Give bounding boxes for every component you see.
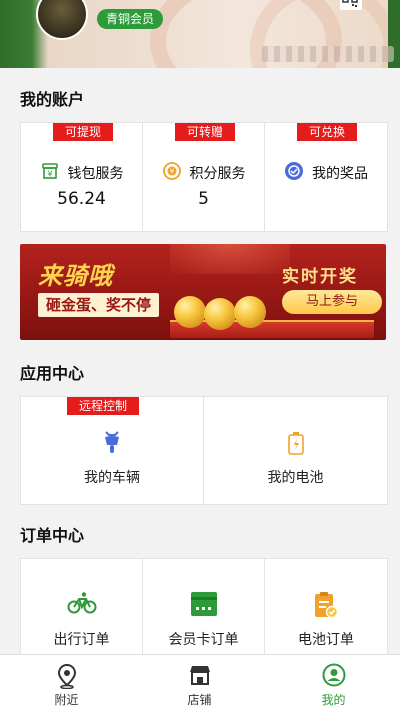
orders-card: 出行订单 会员卡订单 电池订单 bbox=[20, 558, 388, 655]
banner-decoration bbox=[170, 244, 290, 274]
battery-orders-item[interactable]: 电池订单 bbox=[265, 559, 387, 655]
membership-card-icon bbox=[143, 591, 264, 621]
nav-label-nearby: 附近 bbox=[54, 693, 79, 707]
brand-logo: 来骑哦 bbox=[38, 262, 113, 290]
my-battery-item[interactable]: 我的电池 bbox=[204, 397, 387, 504]
nav-tab-mine[interactable]: 我的 bbox=[267, 655, 400, 712]
banner-slogan: 砸金蛋、奖不停 bbox=[38, 293, 160, 317]
bicycle-icon bbox=[21, 591, 142, 619]
wallet-icon: ¥ bbox=[40, 161, 60, 185]
points-service-item[interactable]: 可转赠 ¥ 积分服务 5 bbox=[143, 123, 265, 231]
membership-card-orders-label: 会员卡订单 bbox=[168, 632, 239, 648]
location-pin-icon bbox=[56, 663, 78, 693]
golden-egg-icon bbox=[204, 298, 236, 330]
battery-orders-label: 电池订单 bbox=[298, 632, 354, 648]
member-level-badge[interactable]: 青铜会员 bbox=[97, 9, 164, 29]
my-prizes-label: 我的奖品 bbox=[312, 166, 368, 182]
prize-icon bbox=[284, 161, 304, 185]
status-badge: 可兑换 bbox=[297, 123, 358, 141]
account-section-title: 我的账户 bbox=[20, 90, 85, 109]
svg-text:¥: ¥ bbox=[169, 168, 174, 176]
my-battery-label: 我的电池 bbox=[267, 470, 324, 486]
status-badge: 可提现 bbox=[53, 123, 114, 141]
remote-control-badge: 远程控制 bbox=[67, 397, 140, 415]
status-badge: 可转赠 bbox=[175, 123, 236, 141]
nav-tab-store[interactable]: 店铺 bbox=[133, 655, 266, 712]
nav-tab-nearby[interactable]: 附近 bbox=[0, 655, 133, 712]
blurred-info bbox=[262, 46, 394, 62]
nav-label-mine: 我的 bbox=[321, 693, 346, 707]
trip-orders-item[interactable]: 出行订单 bbox=[21, 559, 143, 655]
golden-egg-icon bbox=[174, 296, 206, 328]
nav-label-store: 店铺 bbox=[187, 693, 212, 707]
apps-section-title: 应用中心 bbox=[20, 364, 85, 383]
qr-code-icon[interactable] bbox=[340, 0, 362, 10]
apps-card: 远程控制 我的车辆 我的电池 bbox=[20, 396, 388, 505]
store-icon bbox=[188, 663, 212, 691]
wallet-balance: 56.24 bbox=[57, 189, 106, 209]
my-vehicle-label: 我的车辆 bbox=[84, 470, 140, 486]
wallet-service-item[interactable]: 可提现 ¥ 钱包服务 56.24 bbox=[21, 123, 143, 231]
profile-header: 青铜会员 bbox=[0, 0, 400, 68]
promo-banner[interactable]: 来骑哦 砸金蛋、奖不停 实时开奖 马上参与 bbox=[20, 244, 386, 340]
trip-orders-label: 出行订单 bbox=[53, 632, 110, 648]
membership-card-orders-item[interactable]: 会员卡订单 bbox=[143, 559, 265, 655]
points-service-label: 积分服务 bbox=[189, 166, 246, 182]
join-now-button[interactable]: 马上参与 bbox=[282, 290, 382, 314]
account-card: 可提现 ¥ 钱包服务 56.24 可转赠 ¥ 积分服务 5 可兑换 我的奖品 bbox=[20, 122, 388, 232]
wallet-service-label: 钱包服务 bbox=[67, 166, 124, 182]
svg-text:¥: ¥ bbox=[47, 170, 52, 179]
points-balance: 5 bbox=[198, 189, 209, 209]
user-icon bbox=[322, 663, 346, 691]
banner-headline: 实时开奖 bbox=[282, 267, 358, 287]
coin-icon: ¥ bbox=[162, 161, 182, 185]
scooter-icon bbox=[21, 429, 203, 459]
orders-section-title: 订单中心 bbox=[20, 526, 85, 545]
battery-icon bbox=[204, 431, 387, 459]
avatar[interactable] bbox=[36, 0, 88, 40]
golden-egg-icon bbox=[234, 296, 266, 328]
battery-order-icon bbox=[265, 591, 387, 623]
my-prizes-item[interactable]: 可兑换 我的奖品 bbox=[265, 123, 387, 231]
my-vehicle-item[interactable]: 远程控制 我的车辆 bbox=[21, 397, 204, 504]
bottom-navigation: 附近 店铺 我的 bbox=[0, 654, 400, 712]
